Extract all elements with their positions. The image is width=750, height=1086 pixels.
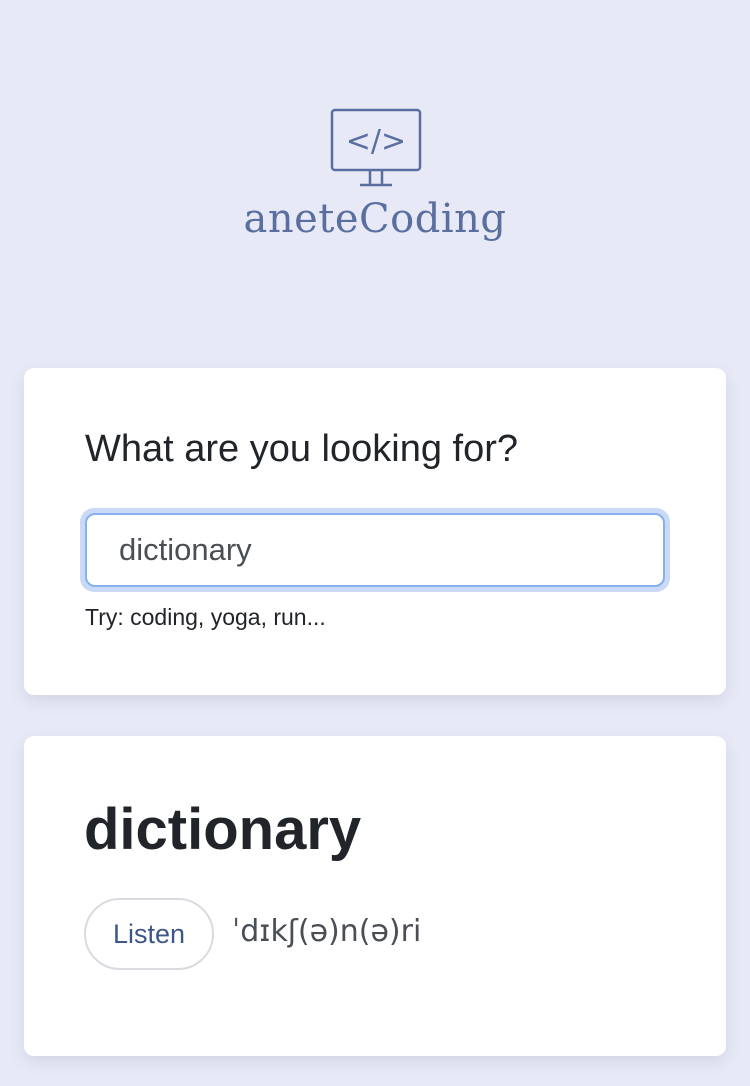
search-input-focus-ring <box>80 508 670 592</box>
listen-button[interactable]: Listen <box>84 898 214 970</box>
code-glyph: </> <box>346 124 406 159</box>
code-monitor-icon: </> <box>330 108 422 187</box>
header: </> aneteCoding <box>0 0 750 300</box>
search-hint: Try: coding, yoga, run... <box>85 604 326 630</box>
search-input[interactable] <box>85 513 665 587</box>
word-title: dictionary <box>84 797 362 862</box>
brand-logo-text: aneteCoding <box>243 196 507 242</box>
result-card: dictionary Listen ˈdɪkʃ(ə)n(ə)ri <box>24 736 726 1056</box>
phonetic-text: ˈdɪkʃ(ə)n(ə)ri <box>232 914 422 949</box>
search-heading: What are you looking for? <box>85 428 519 470</box>
search-card: What are you looking for? Try: coding, y… <box>24 368 726 695</box>
